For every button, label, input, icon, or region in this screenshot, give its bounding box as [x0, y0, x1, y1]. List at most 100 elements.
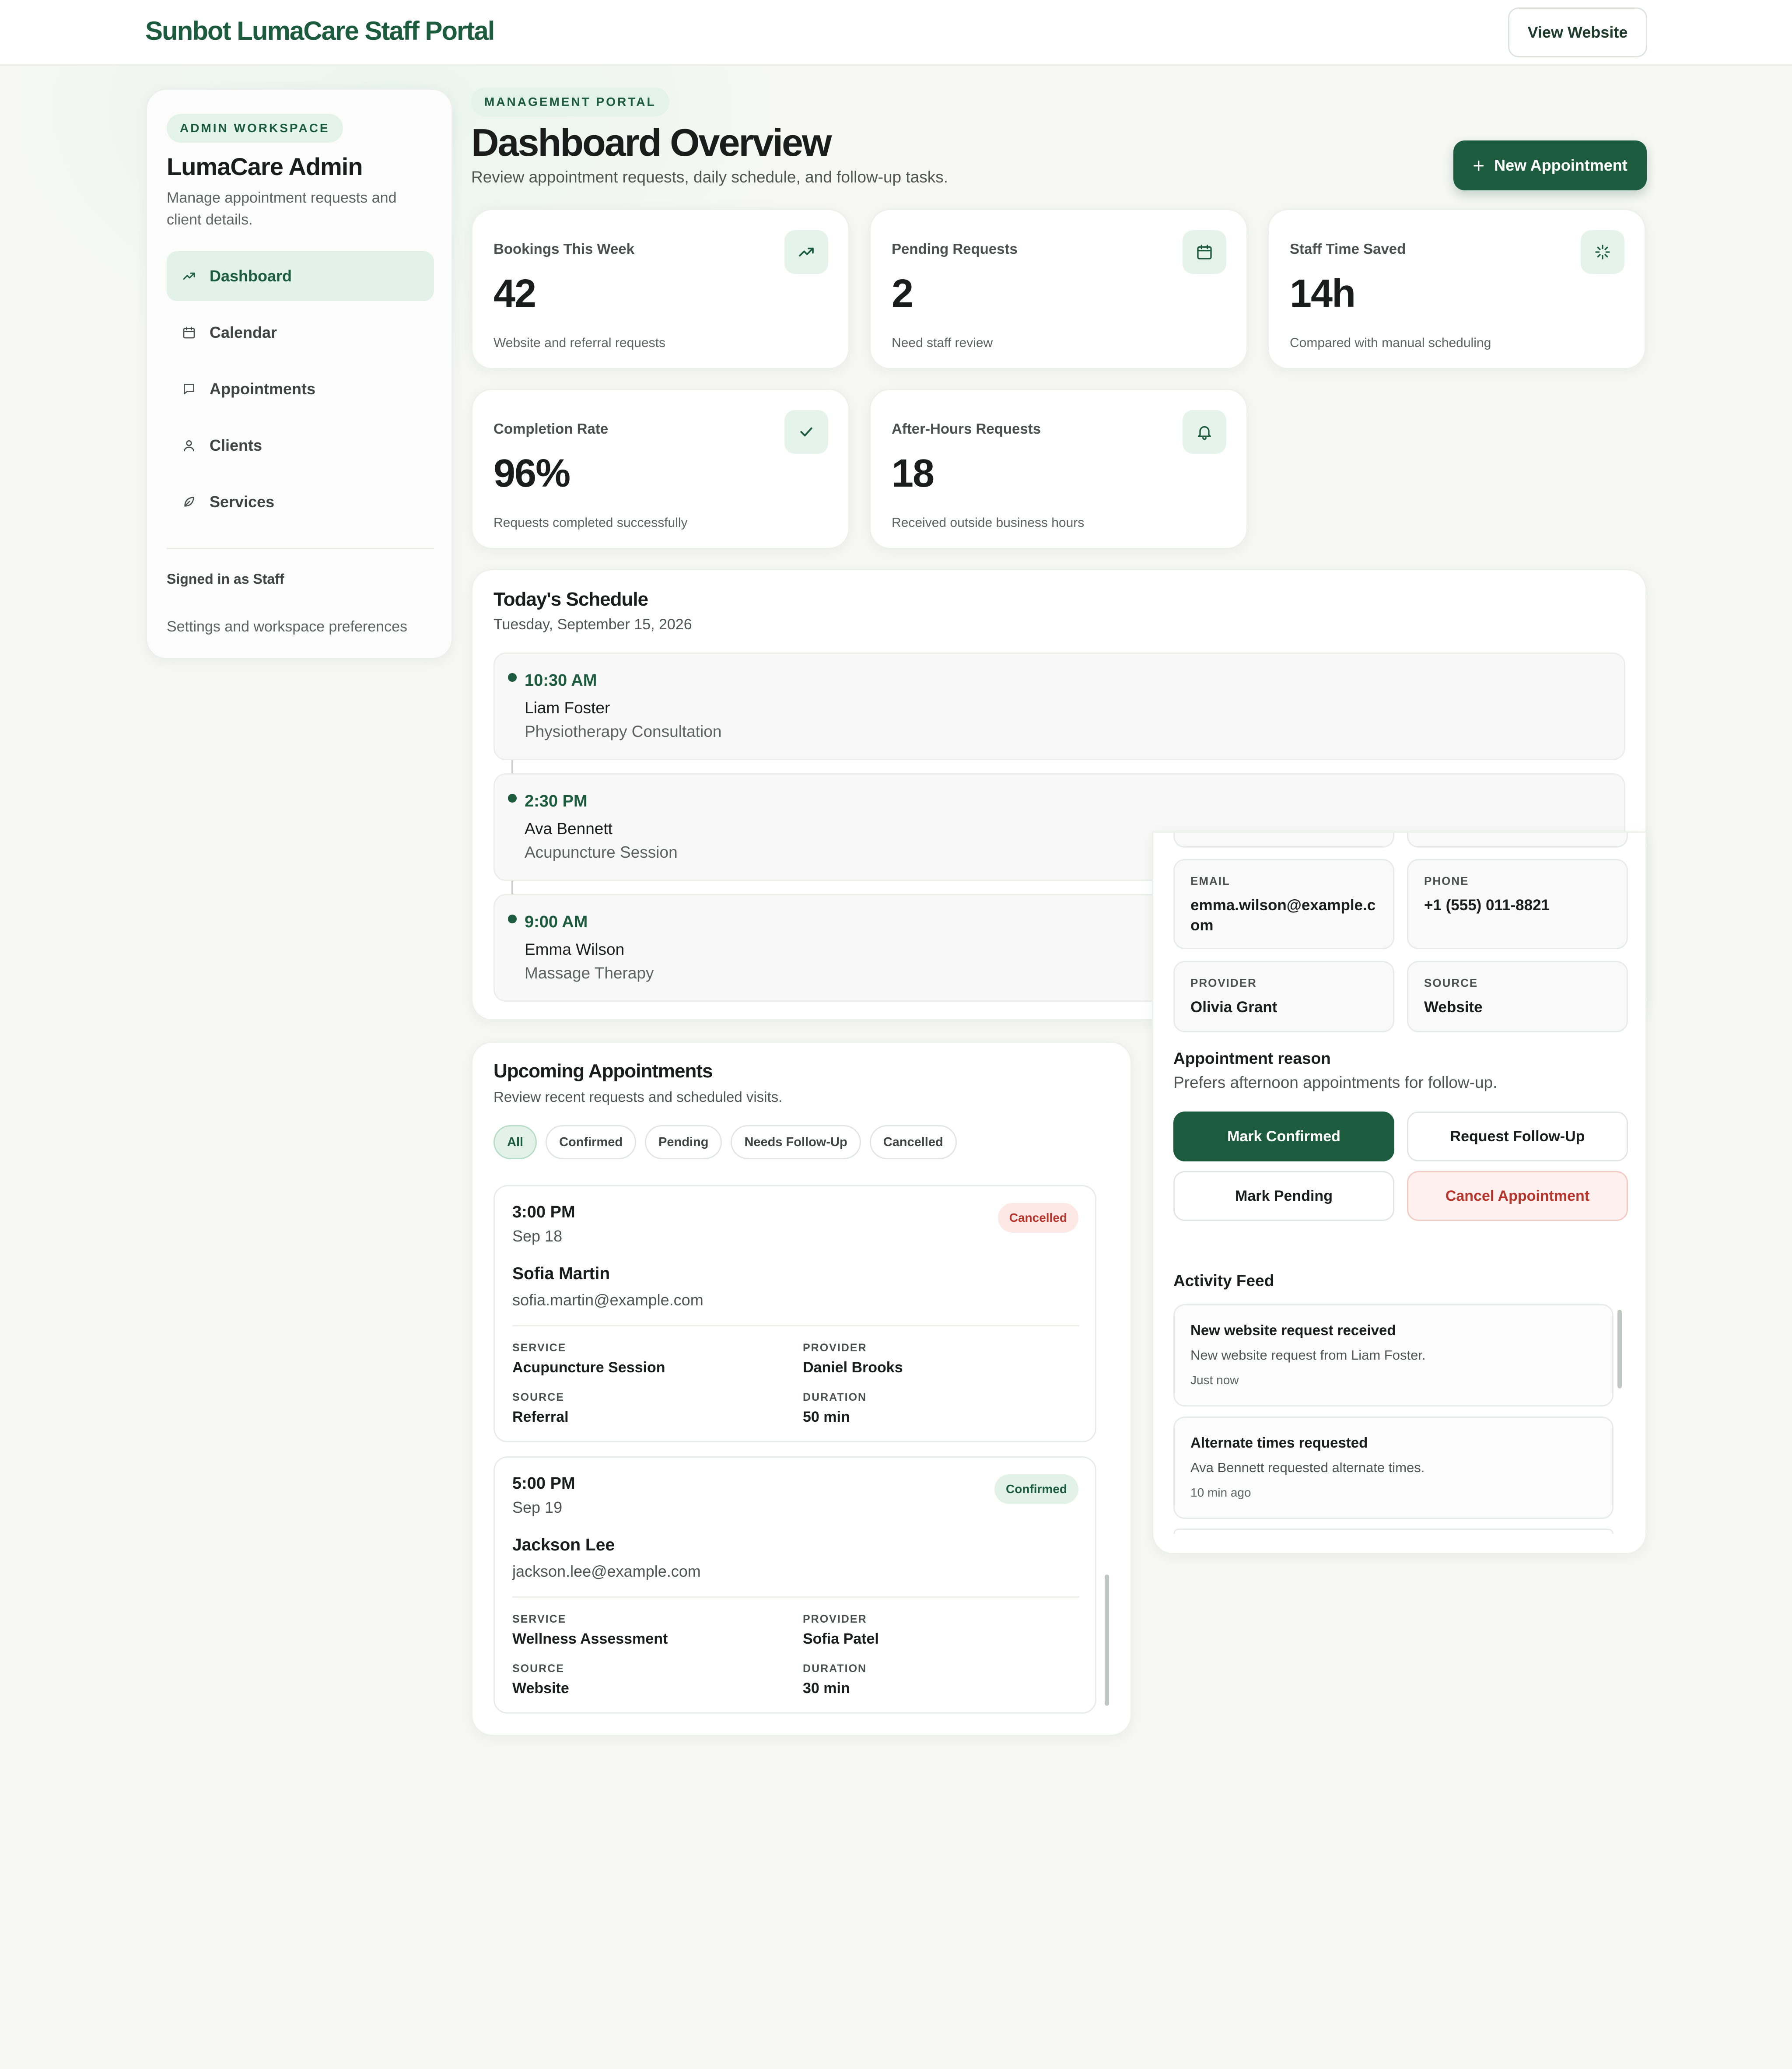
stat-note: Need staff review	[892, 336, 993, 350]
brand-title[interactable]: Sunbot LumaCare Staff Portal	[145, 16, 495, 46]
activity-item-cut-off	[1173, 1529, 1614, 1534]
filter-chips: All Confirmed Pending Needs Follow-Up Ca…	[494, 1125, 957, 1159]
stat-label: Pending Requests	[892, 241, 1018, 257]
filter-cancelled[interactable]: Cancelled	[869, 1125, 957, 1159]
field-value: Olivia Grant	[1190, 999, 1278, 1016]
source-value: Referral	[512, 1409, 569, 1425]
appointment-card[interactable]: 5:00 PM Sep 19 Confirmed Jackson Lee jac…	[494, 1456, 1096, 1714]
timeline-dot	[508, 915, 517, 923]
filter-all[interactable]: All	[494, 1125, 537, 1159]
service-label: SERVICE	[512, 1613, 567, 1625]
client-email: sofia.martin@example.com	[512, 1291, 704, 1309]
management-badge: MANAGEMENT PORTAL	[471, 88, 669, 116]
field-value: +1 (555) 011-8821	[1424, 897, 1550, 914]
reason-title: Appointment reason	[1173, 1049, 1331, 1067]
settings-link[interactable]: Settings and workspace preferences	[167, 618, 407, 635]
sidebar-item-calendar[interactable]: Calendar	[167, 308, 434, 358]
stat-value: 2	[892, 272, 914, 316]
activity-description: Ava Bennett requested alternate times.	[1190, 1460, 1425, 1475]
sidebar-item-label: Clients	[210, 436, 262, 454]
stat-label: After-Hours Requests	[892, 421, 1041, 437]
activity-scrollbar[interactable]	[1617, 1310, 1622, 1389]
upcoming-title: Upcoming Appointments	[494, 1060, 713, 1082]
bell-icon	[1183, 410, 1226, 454]
appointment-date: Sep 19	[512, 1498, 563, 1516]
filter-needs-follow-up[interactable]: Needs Follow-Up	[731, 1125, 861, 1159]
stat-label: Staff Time Saved	[1290, 241, 1406, 257]
sidebar-item-clients[interactable]: Clients	[167, 421, 434, 470]
activity-time: 10 min ago	[1190, 1486, 1251, 1499]
list-scrollbar[interactable]	[1105, 1575, 1109, 1706]
request-follow-up-button[interactable]: Request Follow-Up	[1407, 1112, 1628, 1161]
user-icon	[182, 438, 196, 453]
stat-note: Compared with manual scheduling	[1290, 336, 1491, 350]
view-website-button[interactable]: View Website	[1508, 7, 1647, 57]
activity-title: New website request received	[1190, 1322, 1396, 1338]
schedule-slot[interactable]: 10:30 AM Liam Foster Physiotherapy Consu…	[494, 652, 1625, 760]
slot-time: 9:00 AM	[525, 913, 588, 931]
slot-client: Liam Foster	[525, 699, 610, 717]
mark-pending-button[interactable]: Mark Pending	[1173, 1171, 1394, 1221]
sidebar-item-services[interactable]: Services	[167, 477, 434, 527]
calendar-icon	[182, 325, 196, 340]
trend-up-icon	[182, 269, 196, 284]
stat-card-completion: Completion Rate 96% Requests completed s…	[471, 389, 850, 549]
service-value: Wellness Assessment	[512, 1631, 668, 1647]
plus-icon: +	[1473, 154, 1485, 177]
source-label: SOURCE	[512, 1662, 564, 1675]
sidebar-item-dashboard[interactable]: Dashboard	[167, 251, 434, 301]
source-label: SOURCE	[512, 1391, 564, 1403]
slot-service: Acupuncture Session	[525, 843, 678, 861]
sidebar-subtitle: Manage appointment requests and client d…	[167, 189, 397, 228]
activity-time: Just now	[1190, 1373, 1239, 1387]
stat-card-time-saved: Staff Time Saved 14h Compared with manua…	[1267, 209, 1646, 369]
slot-client: Emma Wilson	[525, 940, 625, 958]
timeline-dot	[508, 673, 517, 682]
stat-value: 14h	[1290, 272, 1356, 316]
activity-title: Alternate times requested	[1190, 1434, 1368, 1451]
appointment-time: 5:00 PM	[512, 1474, 575, 1493]
client-email: jackson.lee@example.com	[512, 1562, 701, 1580]
card-divider	[512, 1325, 1079, 1326]
activity-item: New website request received New website…	[1173, 1304, 1614, 1406]
stat-note: Website and referral requests	[494, 336, 665, 350]
new-appointment-button[interactable]: + New Appointment	[1453, 140, 1647, 190]
sidebar-item-appointments[interactable]: Appointments	[167, 364, 434, 414]
stat-card-bookings: Bookings This Week 42 Website and referr…	[471, 209, 850, 369]
page-subtitle: Review appointment requests, daily sched…	[471, 168, 948, 186]
field-label: SOURCE	[1424, 976, 1478, 989]
filter-pending[interactable]: Pending	[645, 1125, 722, 1159]
duration-value: 30 min	[803, 1680, 850, 1697]
appointment-time: 3:00 PM	[512, 1203, 575, 1221]
sidebar-title: LumaCare Admin	[167, 153, 363, 180]
slot-service: Massage Therapy	[525, 964, 654, 982]
card-divider	[512, 1596, 1079, 1598]
stat-label: Bookings This Week	[494, 241, 635, 257]
stat-card-pending: Pending Requests 2 Need staff review	[869, 209, 1248, 369]
field-label: PHONE	[1424, 874, 1469, 887]
filter-confirmed[interactable]: Confirmed	[546, 1125, 637, 1159]
client-name: Jackson Lee	[512, 1536, 615, 1554]
phone-field: PHONE +1 (555) 011-8821	[1407, 859, 1628, 949]
stat-value: 96%	[494, 452, 570, 495]
signed-in-label: Signed in as Staff	[167, 571, 284, 587]
duration-label: DURATION	[803, 1662, 867, 1675]
provider-value: Sofia Patel	[803, 1631, 879, 1647]
sidebar-item-label: Appointments	[210, 380, 315, 398]
cancel-appointment-button[interactable]: Cancel Appointment	[1407, 1171, 1628, 1221]
duration-label: DURATION	[803, 1391, 867, 1403]
mark-confirmed-button[interactable]: Mark Confirmed	[1173, 1112, 1394, 1161]
stat-label: Completion Rate	[494, 421, 609, 437]
appointment-detail-panel: EMAIL emma.wilson@example.com PHONE +1 (…	[1152, 831, 1647, 1554]
page-title: Dashboard Overview	[471, 121, 832, 164]
slot-time: 2:30 PM	[525, 792, 588, 810]
field-value: emma.wilson@example.com	[1190, 897, 1376, 934]
source-field: SOURCE Website	[1407, 961, 1628, 1032]
source-value: Website	[512, 1680, 569, 1697]
status-badge: Cancelled	[998, 1203, 1078, 1233]
provider-value: Daniel Brooks	[803, 1359, 903, 1376]
appointment-card[interactable]: 3:00 PM Sep 18 Cancelled Sofia Martin so…	[494, 1185, 1096, 1442]
field-cut-off	[1407, 833, 1628, 848]
stat-value: 42	[494, 272, 536, 316]
calendar-icon	[1183, 230, 1226, 274]
